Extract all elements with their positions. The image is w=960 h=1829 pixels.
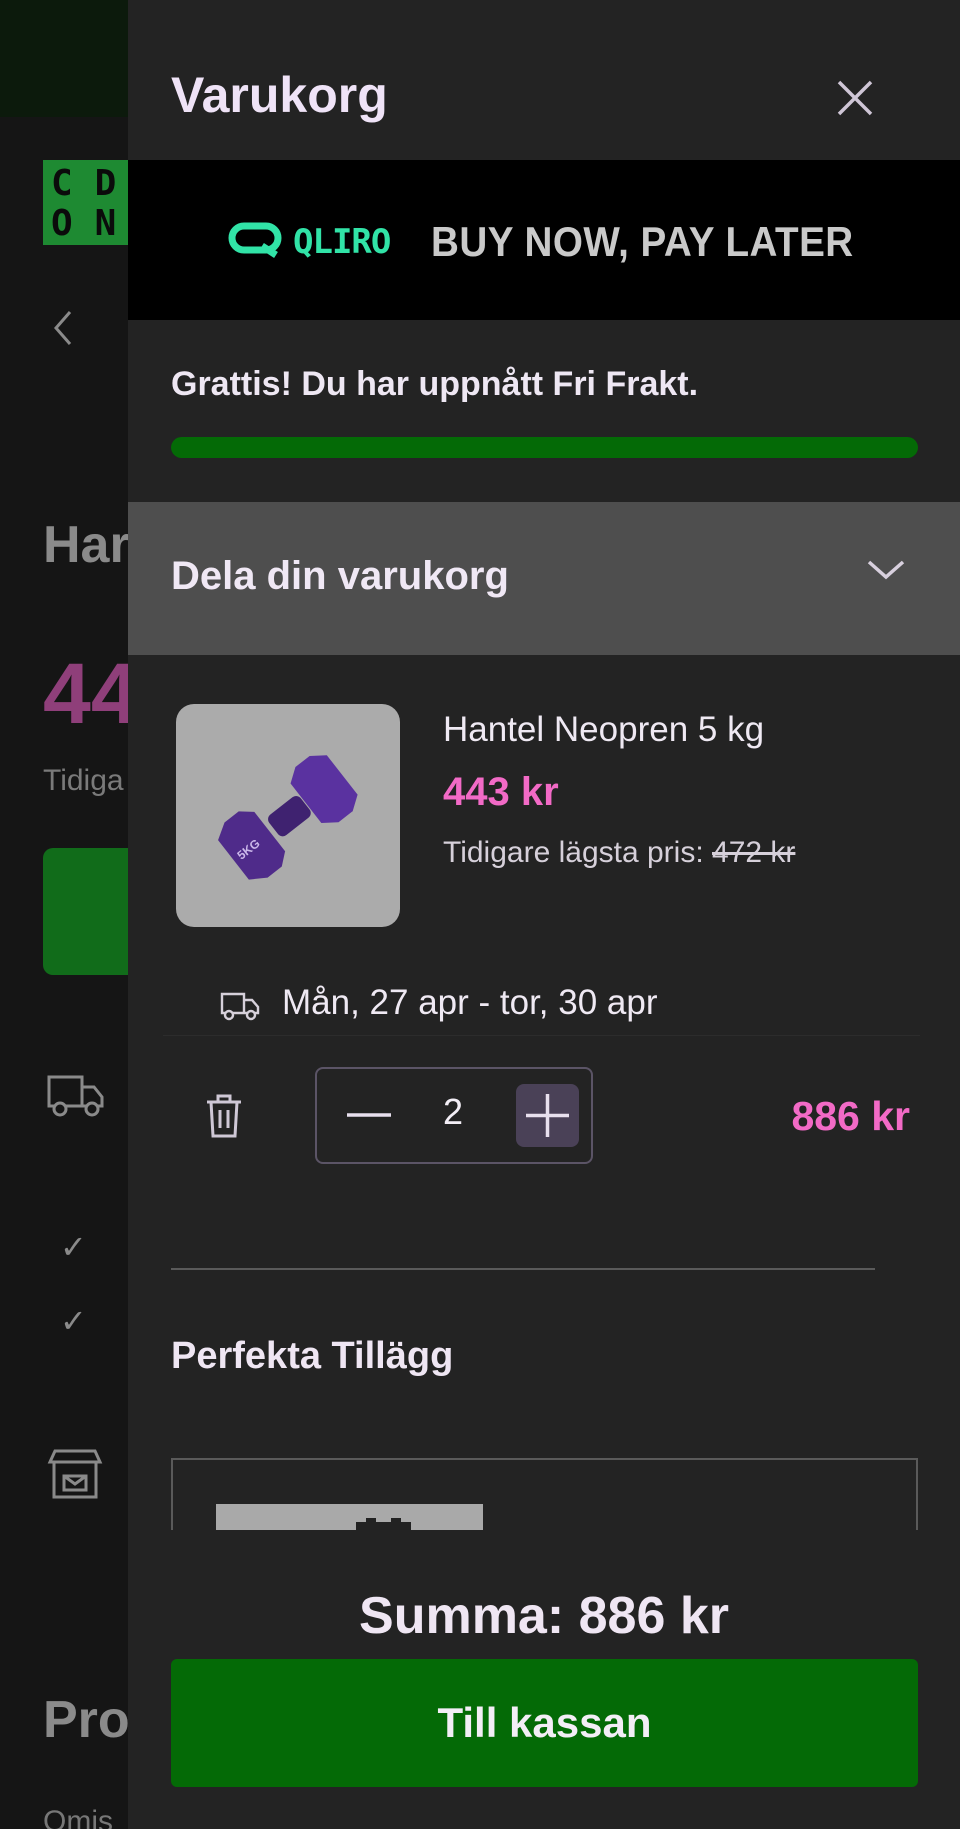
product-price: 443 kr bbox=[443, 770, 559, 814]
addon-image bbox=[216, 1504, 483, 1530]
item-separator bbox=[163, 1035, 920, 1036]
background-footer-text: Omis bbox=[43, 1805, 113, 1829]
free-shipping-progress bbox=[171, 437, 918, 458]
background-product-price: 44 bbox=[43, 646, 130, 742]
truck-icon bbox=[46, 1072, 106, 1122]
share-cart-accordion[interactable]: Dela din varukorg bbox=[128, 502, 960, 655]
check-icon: ✓ bbox=[60, 1302, 87, 1340]
cart-sum: Summa: 886 kr bbox=[359, 1587, 729, 1645]
increase-quantity-button[interactable] bbox=[516, 1084, 579, 1147]
cart-title: Varukorg bbox=[171, 67, 388, 123]
line-total: 886 kr bbox=[791, 1093, 910, 1139]
free-shipping-progress-fill bbox=[171, 437, 918, 458]
delivery-estimate: Mån, 27 apr - tor, 30 apr bbox=[220, 983, 920, 1028]
quantity-stepper: 2 bbox=[315, 1067, 593, 1164]
minus-icon bbox=[347, 1113, 391, 1117]
qliro-tagline: BUY NOW, PAY LATER bbox=[431, 218, 854, 265]
back-chevron-icon bbox=[52, 308, 74, 357]
addon-card[interactable] bbox=[171, 1458, 918, 1530]
previous-price-value: 472 kr bbox=[712, 836, 796, 869]
previous-price-label: Tidigare lägsta pris: bbox=[443, 836, 704, 869]
quantity-row: 2 886 kr bbox=[128, 1060, 960, 1170]
qliro-brand: QLIRO bbox=[293, 222, 391, 262]
background-page: CD ON Har 44 Tidiga ✓ ✓ Pro Omis bbox=[0, 0, 130, 1829]
product-name[interactable]: Hantel Neopren 5 kg bbox=[443, 710, 764, 750]
cart-drawer: Varukorg QLIRO BUY NOW, PAY LATER Gratti… bbox=[128, 0, 960, 1829]
chevron-down-icon bbox=[866, 558, 906, 586]
close-icon[interactable] bbox=[833, 76, 877, 120]
previous-lowest-price: Tidigare lägsta pris: 472 kr bbox=[443, 836, 795, 870]
addons-title: Perfekta Tillägg bbox=[171, 1335, 454, 1377]
product-thumbnail[interactable]: 5KG bbox=[176, 704, 400, 927]
background-product-title: Har bbox=[43, 516, 130, 574]
checkout-button[interactable]: Till kassan bbox=[171, 1659, 918, 1787]
store-icon bbox=[46, 1448, 104, 1504]
background-buy-button bbox=[43, 848, 130, 975]
check-icon: ✓ bbox=[60, 1228, 87, 1266]
decrease-quantity-button[interactable] bbox=[339, 1085, 399, 1145]
trash-icon[interactable] bbox=[204, 1092, 244, 1144]
delivery-truck-icon bbox=[220, 991, 260, 1025]
delivery-dates: Mån, 27 apr - tor, 30 apr bbox=[282, 983, 658, 1022]
cdon-logo: CD ON bbox=[43, 160, 130, 245]
qliro-logo-icon bbox=[228, 222, 284, 262]
free-shipping-message: Grattis! Du har uppnått Fri Frakt. bbox=[171, 365, 699, 403]
section-divider bbox=[171, 1268, 875, 1270]
cart-item: 5KG Hantel Neopren 5 kg 443 kr Tidigare … bbox=[128, 655, 960, 1055]
cart-header: Varukorg bbox=[128, 0, 960, 160]
share-cart-label: Dela din varukorg bbox=[171, 554, 509, 598]
qliro-banner[interactable]: QLIRO BUY NOW, PAY LATER bbox=[128, 160, 960, 320]
quantity-value[interactable]: 2 bbox=[417, 1091, 489, 1133]
cart-footer: Summa: 886 kr Till kassan bbox=[128, 1530, 960, 1829]
background-top-bar bbox=[0, 0, 130, 117]
plus-icon bbox=[526, 1094, 569, 1137]
dumbbell-image: 5KG bbox=[218, 755, 358, 880]
background-previous-price: Tidiga bbox=[43, 764, 124, 797]
background-section-title: Pro bbox=[43, 1691, 130, 1749]
